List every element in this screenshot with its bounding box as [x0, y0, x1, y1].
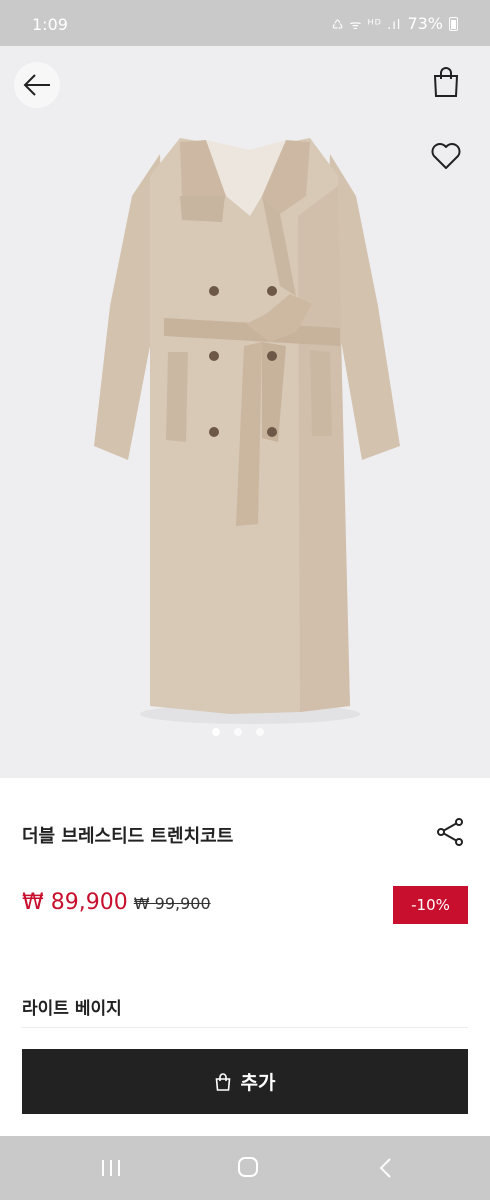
shopping-bag-icon	[215, 1072, 231, 1091]
share-button[interactable]	[430, 814, 470, 850]
selected-color-name[interactable]: 라이트 베이지	[22, 994, 122, 1019]
price-row: ₩ 89,900 ₩ 99,900	[22, 890, 211, 915]
signal-icons: ♺ ᯤ ᴴᴰ .ıl	[331, 17, 402, 33]
sale-price: ₩ 89,900	[22, 890, 128, 915]
discount-badge: -10%	[393, 886, 468, 924]
pager-dot[interactable]	[256, 728, 264, 736]
heart-icon	[431, 143, 461, 169]
add-to-bag-button[interactable]: 추가	[22, 1049, 468, 1114]
product-image	[94, 138, 400, 724]
share-icon	[437, 818, 463, 846]
system-navigation-bar	[0, 1136, 490, 1200]
product-image-gallery[interactable]	[0, 46, 490, 778]
image-pager[interactable]	[212, 728, 264, 736]
status-bar: 1:09 ♺ ᯤ ᴴᴰ .ıl 73%	[0, 0, 490, 46]
status-icons-group: ♺ ᯤ ᴴᴰ .ıl 73%	[332, 14, 458, 33]
status-time: 1:09	[32, 15, 68, 34]
home-icon[interactable]	[237, 1156, 259, 1178]
shopping-bag-icon	[433, 67, 459, 97]
battery-icon	[449, 16, 458, 31]
pager-dot[interactable]	[234, 728, 242, 736]
back-nav-icon[interactable]	[378, 1157, 394, 1179]
recent-apps-icon[interactable]	[100, 1158, 122, 1178]
original-price: ₩ 99,900	[133, 894, 211, 913]
wishlist-button[interactable]	[426, 136, 466, 176]
product-title: 더블 브레스티드 트렌치코트	[22, 826, 234, 847]
battery-level: 73%	[407, 14, 443, 33]
pager-dot[interactable]	[212, 728, 220, 736]
shopping-bag-button[interactable]	[426, 62, 466, 102]
divider	[22, 1027, 468, 1028]
add-to-bag-label: 추가	[240, 1072, 276, 1094]
arrow-left-icon	[23, 74, 50, 96]
back-button[interactable]	[14, 62, 60, 108]
